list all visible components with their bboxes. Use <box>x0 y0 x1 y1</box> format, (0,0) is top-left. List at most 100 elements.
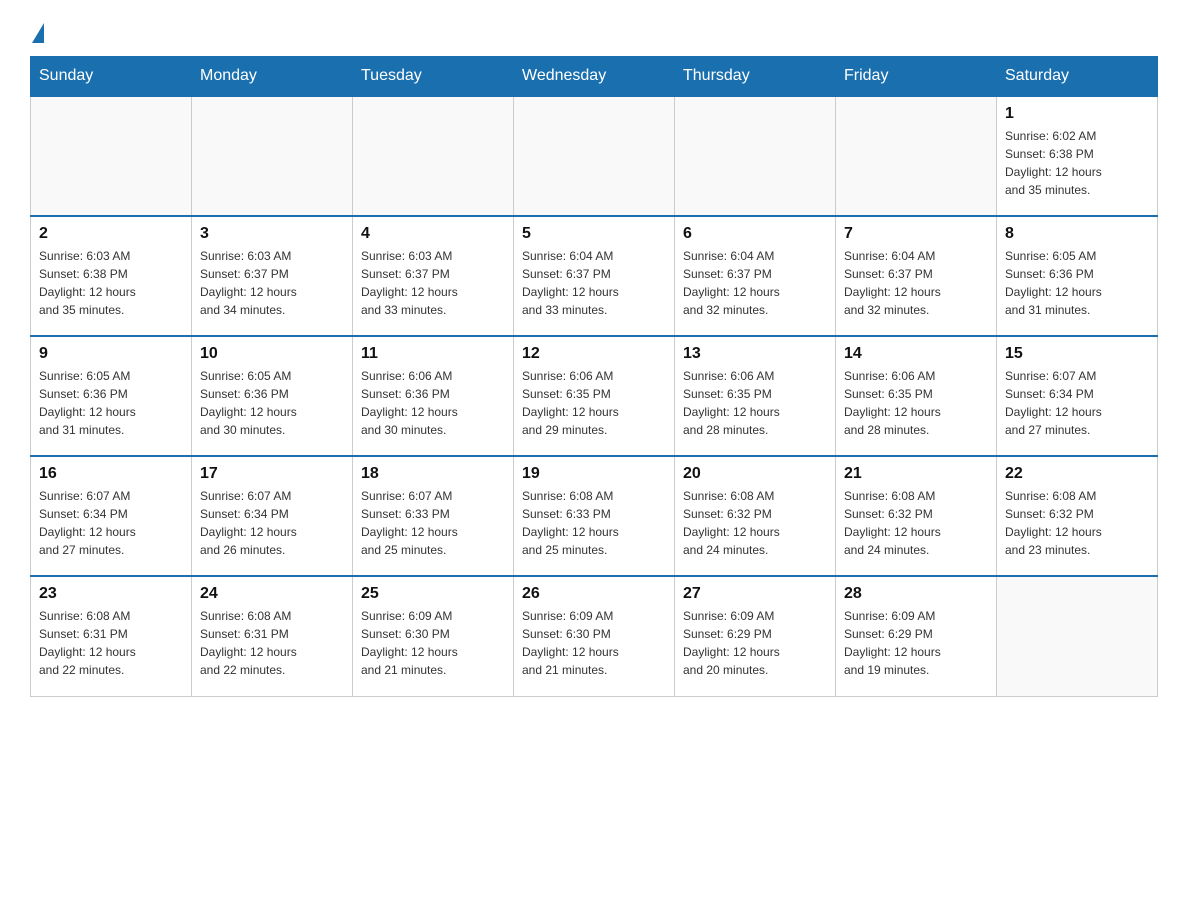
day-info: Sunrise: 6:05 AMSunset: 6:36 PMDaylight:… <box>200 367 344 439</box>
day-number: 7 <box>844 225 988 243</box>
day-number: 8 <box>1005 225 1149 243</box>
day-cell <box>997 576 1158 696</box>
weekday-header-friday: Friday <box>836 57 997 97</box>
day-cell: 23 Sunrise: 6:08 AMSunset: 6:31 PMDayligh… <box>31 576 192 696</box>
day-info: Sunrise: 6:08 AMSunset: 6:31 PMDaylight:… <box>39 607 183 679</box>
day-cell: 28 Sunrise: 6:09 AMSunset: 6:29 PMDayligh… <box>836 576 997 696</box>
day-info: Sunrise: 6:09 AMSunset: 6:30 PMDaylight:… <box>361 607 505 679</box>
day-info: Sunrise: 6:02 AMSunset: 6:38 PMDaylight:… <box>1005 127 1149 199</box>
day-number: 6 <box>683 225 827 243</box>
day-info: Sunrise: 6:06 AMSunset: 6:35 PMDaylight:… <box>522 367 666 439</box>
day-cell <box>192 96 353 216</box>
weekday-header-monday: Monday <box>192 57 353 97</box>
calendar-table: SundayMondayTuesdayWednesdayThursdayFrid… <box>30 56 1158 697</box>
day-info: Sunrise: 6:07 AMSunset: 6:34 PMDaylight:… <box>39 487 183 559</box>
day-cell: 17 Sunrise: 6:07 AMSunset: 6:34 PMDayligh… <box>192 456 353 576</box>
day-info: Sunrise: 6:03 AMSunset: 6:37 PMDaylight:… <box>361 247 505 319</box>
weekday-header-row: SundayMondayTuesdayWednesdayThursdayFrid… <box>31 57 1158 97</box>
day-cell: 9Sunrise: 6:05 AMSunset: 6:36 PMDaylight… <box>31 336 192 456</box>
logo <box>30 20 46 46</box>
page-header <box>30 20 1158 46</box>
day-cell: 20 Sunrise: 6:08 AMSunset: 6:32 PMDayligh… <box>675 456 836 576</box>
day-number: 3 <box>200 225 344 243</box>
day-cell: 11 Sunrise: 6:06 AMSunset: 6:36 PMDayligh… <box>353 336 514 456</box>
day-number: 12 <box>522 345 666 363</box>
day-cell: 4Sunrise: 6:03 AMSunset: 6:37 PMDaylight… <box>353 216 514 336</box>
day-info: Sunrise: 6:06 AMSunset: 6:35 PMDaylight:… <box>683 367 827 439</box>
day-number: 13 <box>683 345 827 363</box>
day-number: 24 <box>200 585 344 603</box>
week-row-2: 2 Sunrise: 6:03 AMSunset: 6:38 PMDaylight… <box>31 216 1158 336</box>
day-cell: 10 Sunrise: 6:05 AMSunset: 6:36 PMDayligh… <box>192 336 353 456</box>
day-number: 10 <box>200 345 344 363</box>
weekday-header-thursday: Thursday <box>675 57 836 97</box>
weekday-header-wednesday: Wednesday <box>514 57 675 97</box>
day-number: 28 <box>844 585 988 603</box>
logo-triangle-icon <box>32 23 44 43</box>
day-number: 1 <box>1005 105 1149 123</box>
day-number: 21 <box>844 465 988 483</box>
day-cell: 13 Sunrise: 6:06 AMSunset: 6:35 PMDayligh… <box>675 336 836 456</box>
day-number: 17 <box>200 465 344 483</box>
day-info: Sunrise: 6:05 AMSunset: 6:36 PMDaylight:… <box>39 367 183 439</box>
day-info: Sunrise: 6:07 AMSunset: 6:34 PMDaylight:… <box>200 487 344 559</box>
day-cell <box>514 96 675 216</box>
day-info: Sunrise: 6:03 AMSunset: 6:38 PMDaylight:… <box>39 247 183 319</box>
day-info: Sunrise: 6:08 AMSunset: 6:33 PMDaylight:… <box>522 487 666 559</box>
day-cell: 26 Sunrise: 6:09 AMSunset: 6:30 PMDayligh… <box>514 576 675 696</box>
day-number: 5 <box>522 225 666 243</box>
day-number: 18 <box>361 465 505 483</box>
day-cell <box>675 96 836 216</box>
day-info: Sunrise: 6:08 AMSunset: 6:31 PMDaylight:… <box>200 607 344 679</box>
day-cell <box>31 96 192 216</box>
day-cell: 15 Sunrise: 6:07 AMSunset: 6:34 PMDayligh… <box>997 336 1158 456</box>
day-info: Sunrise: 6:09 AMSunset: 6:30 PMDaylight:… <box>522 607 666 679</box>
day-cell: 25 Sunrise: 6:09 AMSunset: 6:30 PMDayligh… <box>353 576 514 696</box>
day-info: Sunrise: 6:06 AMSunset: 6:35 PMDaylight:… <box>844 367 988 439</box>
day-info: Sunrise: 6:08 AMSunset: 6:32 PMDaylight:… <box>844 487 988 559</box>
day-number: 19 <box>522 465 666 483</box>
day-number: 25 <box>361 585 505 603</box>
day-cell <box>353 96 514 216</box>
day-cell: 24 Sunrise: 6:08 AMSunset: 6:31 PMDayligh… <box>192 576 353 696</box>
weekday-header-saturday: Saturday <box>997 57 1158 97</box>
week-row-3: 9Sunrise: 6:05 AMSunset: 6:36 PMDaylight… <box>31 336 1158 456</box>
day-info: Sunrise: 6:09 AMSunset: 6:29 PMDaylight:… <box>683 607 827 679</box>
day-cell: 12 Sunrise: 6:06 AMSunset: 6:35 PMDayligh… <box>514 336 675 456</box>
day-cell: 2 Sunrise: 6:03 AMSunset: 6:38 PMDaylight… <box>31 216 192 336</box>
day-number: 15 <box>1005 345 1149 363</box>
day-number: 16 <box>39 465 183 483</box>
day-number: 11 <box>361 345 505 363</box>
day-cell: 1 Sunrise: 6:02 AMSunset: 6:38 PMDaylight… <box>997 96 1158 216</box>
day-number: 2 <box>39 225 183 243</box>
day-number: 22 <box>1005 465 1149 483</box>
day-cell <box>836 96 997 216</box>
day-info: Sunrise: 6:04 AMSunset: 6:37 PMDaylight:… <box>683 247 827 319</box>
day-cell: 19 Sunrise: 6:08 AMSunset: 6:33 PMDayligh… <box>514 456 675 576</box>
day-cell: 5 Sunrise: 6:04 AMSunset: 6:37 PMDaylight… <box>514 216 675 336</box>
day-info: Sunrise: 6:03 AMSunset: 6:37 PMDaylight:… <box>200 247 344 319</box>
day-info: Sunrise: 6:08 AMSunset: 6:32 PMDaylight:… <box>1005 487 1149 559</box>
week-row-4: 16 Sunrise: 6:07 AMSunset: 6:34 PMDayligh… <box>31 456 1158 576</box>
week-row-5: 23 Sunrise: 6:08 AMSunset: 6:31 PMDayligh… <box>31 576 1158 696</box>
week-row-1: 1 Sunrise: 6:02 AMSunset: 6:38 PMDaylight… <box>31 96 1158 216</box>
day-info: Sunrise: 6:04 AMSunset: 6:37 PMDaylight:… <box>522 247 666 319</box>
day-info: Sunrise: 6:07 AMSunset: 6:34 PMDaylight:… <box>1005 367 1149 439</box>
day-cell: 22 Sunrise: 6:08 AMSunset: 6:32 PMDayligh… <box>997 456 1158 576</box>
day-number: 26 <box>522 585 666 603</box>
day-cell: 14Sunrise: 6:06 AMSunset: 6:35 PMDayligh… <box>836 336 997 456</box>
day-cell: 18 Sunrise: 6:07 AMSunset: 6:33 PMDayligh… <box>353 456 514 576</box>
day-info: Sunrise: 6:08 AMSunset: 6:32 PMDaylight:… <box>683 487 827 559</box>
day-cell: 3 Sunrise: 6:03 AMSunset: 6:37 PMDaylight… <box>192 216 353 336</box>
day-cell: 6 Sunrise: 6:04 AMSunset: 6:37 PMDaylight… <box>675 216 836 336</box>
day-cell: 27Sunrise: 6:09 AMSunset: 6:29 PMDayligh… <box>675 576 836 696</box>
day-number: 20 <box>683 465 827 483</box>
weekday-header-tuesday: Tuesday <box>353 57 514 97</box>
weekday-header-sunday: Sunday <box>31 57 192 97</box>
day-info: Sunrise: 6:07 AMSunset: 6:33 PMDaylight:… <box>361 487 505 559</box>
day-info: Sunrise: 6:09 AMSunset: 6:29 PMDaylight:… <box>844 607 988 679</box>
day-info: Sunrise: 6:05 AMSunset: 6:36 PMDaylight:… <box>1005 247 1149 319</box>
day-info: Sunrise: 6:06 AMSunset: 6:36 PMDaylight:… <box>361 367 505 439</box>
day-number: 23 <box>39 585 183 603</box>
day-cell: 8 Sunrise: 6:05 AMSunset: 6:36 PMDaylight… <box>997 216 1158 336</box>
